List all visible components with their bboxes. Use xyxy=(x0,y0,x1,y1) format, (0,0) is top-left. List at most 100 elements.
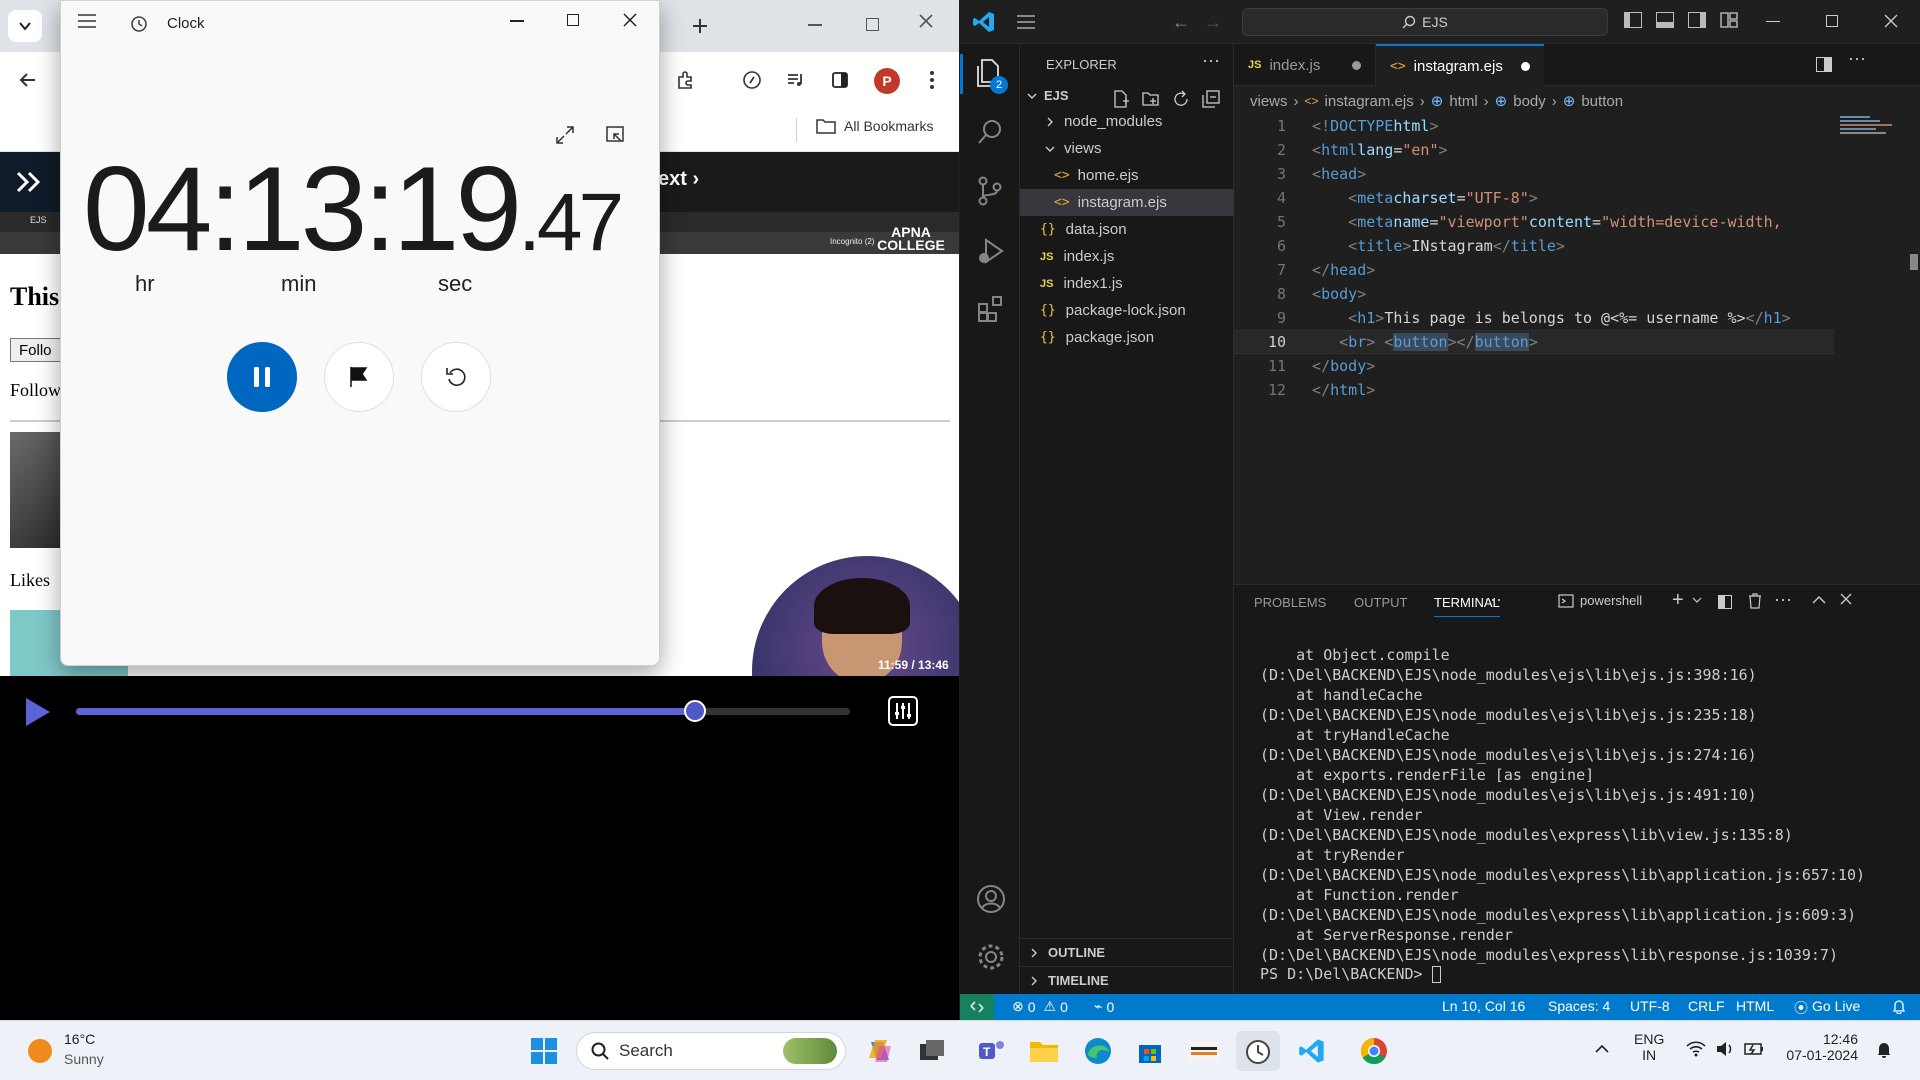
video-seek-bar[interactable] xyxy=(76,700,850,722)
input-language-indicator[interactable]: ENG IN xyxy=(1634,1031,1664,1063)
split-editor-icon[interactable] xyxy=(1816,57,1832,72)
performance-button[interactable] xyxy=(734,62,770,98)
trash-icon[interactable] xyxy=(1748,593,1762,609)
problems-indicator[interactable]: ⊗ 0 ⚠ 0 xyxy=(1012,998,1068,1015)
terminal-profile[interactable]: powershell xyxy=(1558,593,1642,608)
maximize-panel-icon[interactable] xyxy=(1812,595,1826,605)
workspace-root[interactable]: EJS xyxy=(1026,88,1069,103)
split-terminal-icon[interactable] xyxy=(1718,595,1732,609)
tree-item-home-ejs[interactable]: <> home.ejs xyxy=(1020,162,1234,189)
close-icon[interactable] xyxy=(1884,14,1898,28)
encoding[interactable]: UTF-8 xyxy=(1630,998,1670,1014)
edge-taskbar-icon[interactable] xyxy=(1076,1031,1120,1071)
panel-more-icon[interactable]: ··· xyxy=(1484,589,1502,610)
hamburger-menu-button[interactable] xyxy=(77,13,97,29)
breadcrumb-item[interactable]: body xyxy=(1513,93,1546,110)
weather-temp[interactable]: 16°C xyxy=(64,1031,95,1047)
remote-indicator[interactable] xyxy=(960,994,994,1020)
next-lesson-link[interactable]: ext › xyxy=(658,168,699,191)
extensions-button[interactable] xyxy=(668,62,704,98)
breadcrumb-item[interactable]: instagram.ejs xyxy=(1325,93,1414,110)
copilot-taskbar-icon[interactable] xyxy=(858,1031,902,1071)
chrome-taskbar-icon[interactable] xyxy=(1352,1031,1396,1071)
scrollbar-thumb[interactable] xyxy=(1910,254,1918,270)
terminal-more-icon[interactable]: ··· xyxy=(1774,589,1792,610)
tree-item-instagram-ejs[interactable]: <> instagram.ejs xyxy=(1020,189,1234,216)
ports-indicator[interactable]: ⌁ 0 xyxy=(1094,998,1114,1015)
accounts-activity-icon[interactable] xyxy=(976,884,1006,914)
tree-item-package-json[interactable]: {} package.json xyxy=(1020,324,1234,351)
run-debug-activity-icon[interactable] xyxy=(976,236,1006,266)
pause-button[interactable] xyxy=(227,342,297,412)
system-tray[interactable] xyxy=(1686,1041,1764,1057)
nav-back-icon[interactable]: ← xyxy=(1172,12,1190,33)
toggle-secondary-sidebar-icon[interactable] xyxy=(1688,12,1706,28)
toggle-panel-icon[interactable] xyxy=(1656,12,1674,28)
profile-avatar[interactable]: P xyxy=(874,68,900,94)
line-ending[interactable]: CRLF xyxy=(1688,998,1725,1014)
task-view-icon[interactable] xyxy=(910,1031,954,1071)
tab-instagram-ejs[interactable]: <> instagram.ejs xyxy=(1376,44,1544,86)
tree-item-views[interactable]: views xyxy=(1020,135,1234,162)
tree-item-package-lock-json[interactable]: {} package-lock.json xyxy=(1020,297,1234,324)
refresh-icon[interactable] xyxy=(1172,90,1190,108)
tree-item-data-json[interactable]: {} data.json xyxy=(1020,216,1234,243)
reset-button[interactable] xyxy=(421,342,491,412)
tab-problems[interactable]: PROBLEMS xyxy=(1254,595,1326,610)
toggle-primary-sidebar-icon[interactable] xyxy=(1624,12,1642,28)
go-live-button[interactable]: ⦿ Go Live xyxy=(1794,998,1860,1018)
indentation[interactable]: Spaces: 4 xyxy=(1548,998,1610,1014)
minimize-icon[interactable] xyxy=(510,20,524,22)
new-tab-button[interactable] xyxy=(682,8,718,44)
tab-index-js[interactable]: JS index.js xyxy=(1234,44,1376,86)
weather-sun-icon[interactable] xyxy=(28,1039,52,1063)
menu-kebab-button[interactable] xyxy=(914,62,950,98)
apna-college-taskbar-icon[interactable] xyxy=(1182,1031,1226,1071)
language-mode[interactable]: HTML xyxy=(1736,998,1774,1014)
source-control-activity-icon[interactable] xyxy=(976,176,1004,206)
lap-button[interactable] xyxy=(324,342,394,412)
manage-gear-icon[interactable] xyxy=(976,942,1006,972)
all-bookmarks-button[interactable]: All Bookmarks xyxy=(816,118,933,134)
new-terminal-icon[interactable]: + xyxy=(1672,589,1684,612)
video-seek-handle[interactable] xyxy=(684,700,707,722)
start-button[interactable] xyxy=(522,1031,566,1071)
clock-date-area[interactable]: 12:46 07-01-2024 xyxy=(1778,1031,1858,1063)
application-menu-button[interactable] xyxy=(1016,14,1036,30)
minimize-icon[interactable] xyxy=(1766,21,1780,23)
notification-bell-icon[interactable] xyxy=(1876,1041,1892,1059)
minimize-icon[interactable] xyxy=(808,24,822,26)
notifications-bell-icon[interactable] xyxy=(1892,998,1906,1014)
nav-forward-icon[interactable]: → xyxy=(1204,12,1222,33)
code-editor[interactable]: 1 <! DOCTYPE html > 2 < html lang = "en" > 3 <… xyxy=(1234,114,1834,514)
extensions-activity-icon[interactable] xyxy=(976,294,1006,324)
search-activity-icon[interactable] xyxy=(976,118,1004,146)
breadcrumb-item[interactable]: html xyxy=(1449,93,1477,110)
tree-item-node-modules[interactable]: node_modules xyxy=(1020,108,1234,135)
tab-output[interactable]: OUTPUT xyxy=(1354,595,1407,610)
video-settings-button[interactable] xyxy=(888,696,918,726)
teams-taskbar-icon[interactable]: T xyxy=(970,1031,1014,1071)
close-panel-icon[interactable] xyxy=(1840,593,1852,605)
maximize-icon[interactable] xyxy=(1826,15,1838,27)
minimap[interactable] xyxy=(1840,116,1900,146)
maximize-icon[interactable] xyxy=(866,18,879,31)
breadcrumb-item[interactable]: views xyxy=(1250,93,1288,110)
new-file-icon[interactable] xyxy=(1112,90,1130,108)
tree-item-index1-js[interactable]: JS index1.js xyxy=(1020,270,1234,297)
vscode-taskbar-icon[interactable] xyxy=(1290,1031,1334,1071)
terminal-dropdown-icon[interactable] xyxy=(1692,595,1702,605)
file-explorer-taskbar-icon[interactable] xyxy=(1022,1031,1066,1071)
collapse-all-icon[interactable] xyxy=(1202,90,1220,108)
play-button[interactable] xyxy=(24,696,52,728)
new-folder-icon[interactable] xyxy=(1142,90,1160,108)
outline-section[interactable]: OUTLINE xyxy=(1020,938,1234,966)
cursor-position[interactable]: Ln 10, Col 16 xyxy=(1442,998,1525,1014)
show-hidden-icons-icon[interactable] xyxy=(1594,1043,1610,1055)
expand-sidebar-button[interactable] xyxy=(0,152,58,212)
media-button[interactable] xyxy=(778,62,814,98)
close-icon[interactable] xyxy=(918,13,934,29)
close-icon[interactable] xyxy=(623,13,637,27)
command-center-search[interactable]: EJS xyxy=(1242,8,1608,36)
weather-condition[interactable]: Sunny xyxy=(64,1051,104,1067)
